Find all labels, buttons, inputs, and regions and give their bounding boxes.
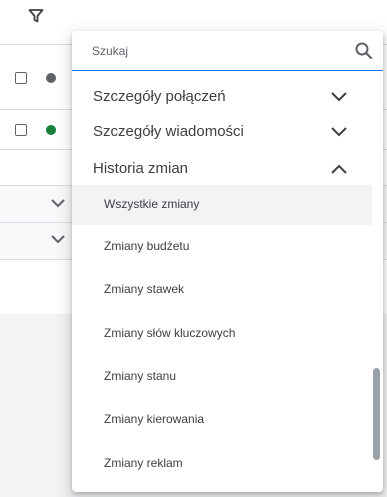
section-historia-zmian[interactable]: Historia zmian xyxy=(72,151,383,187)
column-picker-dropdown: Szczegóły połączeń Szczegóły wiadomości … xyxy=(72,31,383,492)
menu-item-label: Zmiany budżetu xyxy=(104,239,190,253)
menu-item-label: Zmiany stawek xyxy=(104,282,185,296)
section-label: Historia zmian xyxy=(93,160,189,177)
search-input[interactable] xyxy=(92,40,342,62)
menu-item-zmiany-budzetu[interactable]: Zmiany budżetu xyxy=(72,227,372,267)
section-label: Szczegóły wiadomości xyxy=(93,123,244,140)
menu-item-label: Zmiany stanu xyxy=(104,369,177,383)
status-dot-enabled xyxy=(46,125,56,135)
chevron-up-icon xyxy=(331,164,347,174)
status-dot-header xyxy=(46,73,56,83)
filter-button[interactable] xyxy=(26,6,46,26)
menu-item-label: Wszystkie zmiany xyxy=(104,197,200,211)
menu-item-wszystkie-zmiany[interactable]: Wszystkie zmiany xyxy=(72,185,372,225)
select-all-checkbox[interactable] xyxy=(15,72,27,84)
menu-item-label: Zmiany słów kluczowych xyxy=(104,326,236,340)
menu-item-label: Zmiany kierowania xyxy=(104,412,205,426)
section-label: Szczegóły połączeń xyxy=(93,88,226,105)
chevron-down-icon[interactable] xyxy=(50,195,66,211)
menu-item-zmiany-reklam[interactable]: Zmiany reklam xyxy=(72,444,372,484)
chevron-down-icon xyxy=(331,127,347,137)
search-icon[interactable] xyxy=(354,41,374,61)
scrollbar-thumb[interactable] xyxy=(373,368,380,460)
section-szczegoly-polaczen[interactable]: Szczegóły połączeń xyxy=(72,79,383,115)
row-checkbox[interactable] xyxy=(15,124,27,136)
menu-item-zmiany-stawek[interactable]: Zmiany stawek xyxy=(72,270,372,310)
filter-icon xyxy=(28,9,44,23)
section-szczegoly-wiadomosci[interactable]: Szczegóły wiadomości xyxy=(72,114,383,150)
menu-item-zmiany-stanu[interactable]: Zmiany stanu xyxy=(72,357,372,397)
chevron-down-icon xyxy=(331,92,347,102)
chevron-down-icon[interactable] xyxy=(50,231,66,247)
search-box xyxy=(72,31,383,71)
menu-item-zmiany-slow-kluczowych[interactable]: Zmiany słów kluczowych xyxy=(72,314,372,354)
menu-item-zmiany-kierowania[interactable]: Zmiany kierowania xyxy=(72,400,372,440)
menu-item-label: Zmiany reklam xyxy=(104,456,183,470)
